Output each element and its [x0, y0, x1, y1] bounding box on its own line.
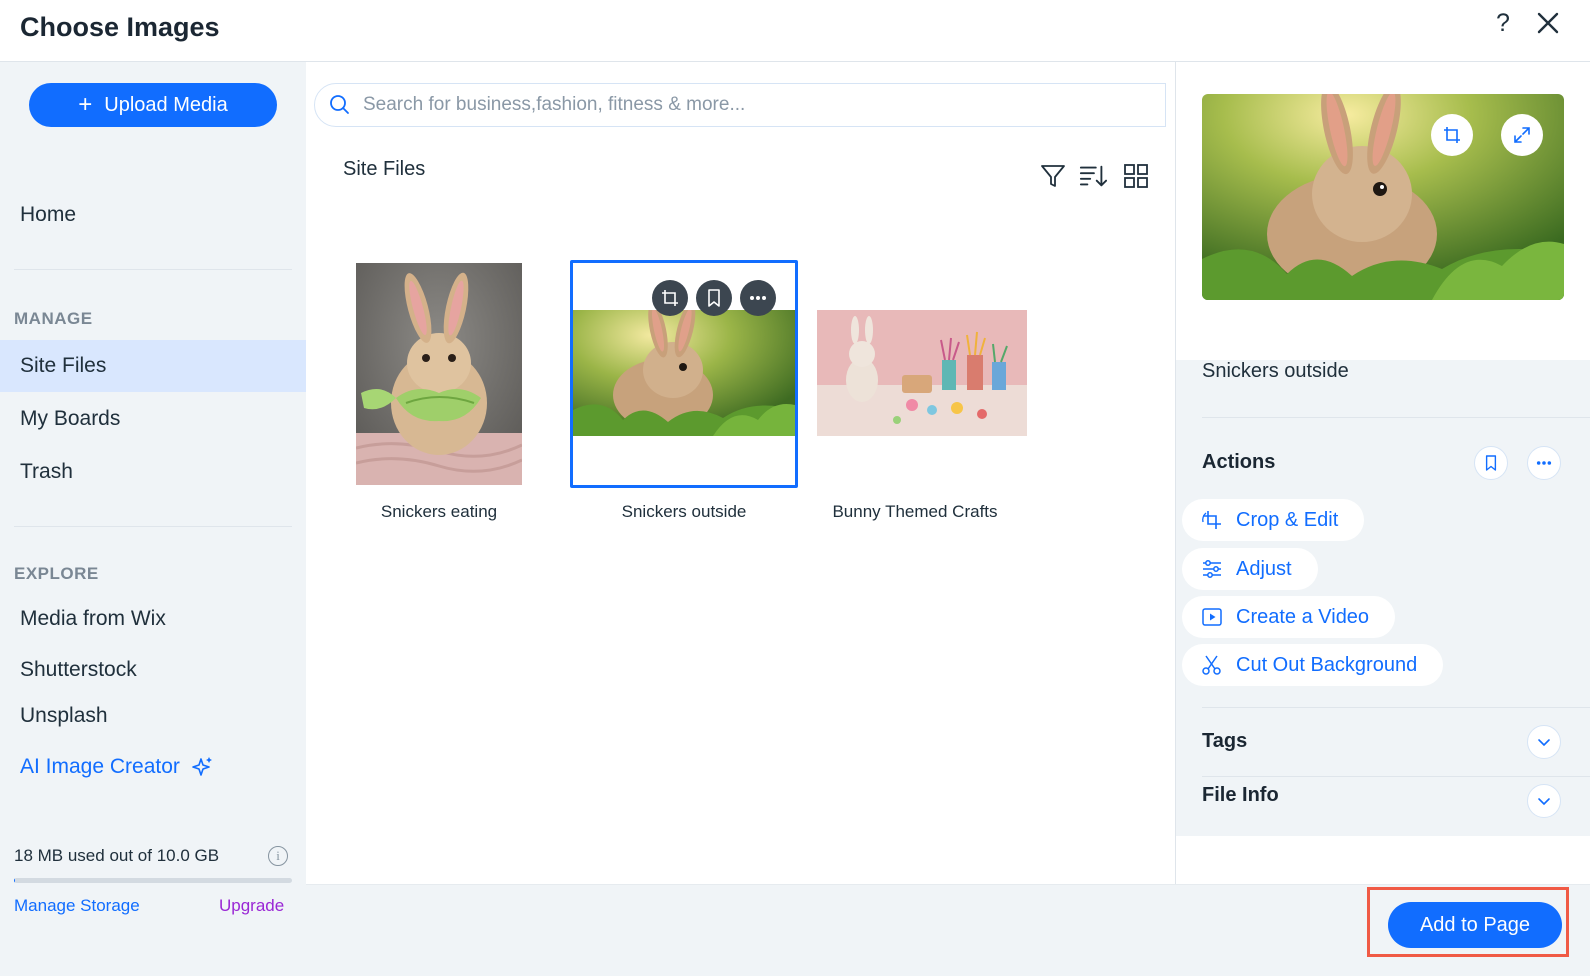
sidebar-item-unsplash[interactable]: Unsplash [0, 690, 306, 742]
action-label: Create a Video [1236, 605, 1370, 628]
crop-icon [662, 290, 678, 306]
video-icon [1202, 608, 1222, 626]
sidebar-item-shutterstock[interactable]: Shutterstock [0, 644, 306, 696]
sidebar-item-home[interactable]: Home [0, 189, 306, 241]
manage-storage-link[interactable]: Manage Storage [14, 896, 140, 916]
bookmark-icon [708, 289, 720, 307]
action-label: Adjust [1236, 557, 1292, 580]
tags-expand-button[interactable] [1527, 725, 1561, 759]
more-options-button[interactable] [740, 280, 776, 316]
file-name: Snickers outside [621, 502, 747, 521]
sidebar-item-trash[interactable]: Trash [0, 446, 306, 498]
chevron-down-icon [1538, 739, 1550, 747]
sort-icon[interactable] [1079, 162, 1107, 190]
sidebar-item-ai-image-creator[interactable]: AI Image Creator [0, 741, 306, 793]
grid-view-icon[interactable] [1122, 162, 1150, 190]
upgrade-link[interactable]: Upgrade [219, 896, 284, 916]
actions-heading: Actions [1202, 451, 1276, 473]
panel-bookmark-button[interactable] [1474, 446, 1508, 480]
divider [1202, 707, 1590, 708]
sidebar-item-label: Home [20, 203, 77, 226]
search-icon [330, 95, 349, 114]
divider [14, 269, 292, 270]
section-title: Site Files [343, 158, 426, 180]
sidebar-item-label: Media from Wix [20, 607, 166, 630]
action-label: Crop & Edit [1236, 508, 1339, 531]
sidebar-item-label: Trash [20, 460, 73, 483]
file-info-expand-button[interactable] [1527, 784, 1561, 818]
image-preview [1202, 94, 1564, 300]
sidebar-item-label: My Boards [20, 407, 121, 430]
crop-button[interactable] [652, 280, 688, 316]
file-tile-snickers-outside[interactable]: Snickers outside [570, 260, 798, 532]
file-tile-bunny-themed-crafts[interactable]: Bunny Themed Crafts [817, 262, 1027, 532]
filter-icon[interactable] [1039, 162, 1067, 190]
details-panel: Snickers outside Actions Crop & Edit Adj… [1175, 62, 1590, 884]
explore-section-label: EXPLORE [14, 564, 99, 583]
image-thumbnail [817, 310, 1027, 436]
help-button[interactable]: ? [1490, 9, 1516, 39]
scissors-icon [1202, 655, 1221, 675]
dialog-header: Choose Images ? [0, 0, 1590, 62]
storage-progress-bar [14, 878, 292, 883]
media-browser: Site Files [306, 62, 1175, 884]
expand-icon [1514, 127, 1530, 143]
divider [14, 526, 292, 527]
chevron-down-icon [1538, 798, 1550, 806]
image-thumbnail [356, 263, 522, 485]
tags-heading: Tags [1202, 730, 1248, 752]
upload-media-label: Upload Media [104, 93, 228, 116]
sparkle-icon [192, 757, 212, 776]
sidebar-item-my-boards[interactable]: My Boards [0, 393, 306, 445]
add-to-page-button[interactable]: Add to Page [1388, 902, 1562, 948]
sidebar-item-label: Shutterstock [20, 658, 137, 681]
sidebar-item-label: Site Files [20, 354, 107, 377]
sidebar-item-media-from-wix[interactable]: Media from Wix [0, 593, 306, 645]
sidebar-item-site-files[interactable]: Site Files [0, 340, 306, 392]
crop-edit-icon [1202, 511, 1221, 529]
more-icon [750, 296, 766, 300]
preview-area [1176, 62, 1590, 360]
search-input[interactable] [363, 94, 1143, 116]
cut-out-background-button[interactable]: Cut Out Background [1182, 644, 1444, 686]
file-info-heading: File Info [1202, 784, 1279, 806]
bookmark-button[interactable] [696, 280, 732, 316]
bookmark-icon [1485, 455, 1497, 471]
dialog-title: Choose Images [20, 12, 220, 42]
file-name: Snickers eating [380, 502, 498, 521]
sidebar-item-label: AI Image Creator [20, 755, 180, 778]
sidebar: + Upload Media Home MANAGE Site Files My… [0, 62, 306, 976]
crop-edit-button[interactable]: Crop & Edit [1182, 499, 1365, 541]
expand-preview-button[interactable] [1501, 114, 1543, 156]
info-icon[interactable]: i [268, 846, 288, 866]
file-name: Bunny Themed Crafts [832, 502, 998, 521]
sidebar-item-label: Unsplash [20, 704, 108, 727]
upload-media-button[interactable]: + Upload Media [29, 83, 277, 127]
adjust-button[interactable]: Adjust [1182, 548, 1318, 590]
panel-more-button[interactable] [1527, 446, 1561, 480]
preview-crop-button[interactable] [1431, 114, 1473, 156]
storage-usage-text: 18 MB used out of 10.0 GB [14, 846, 220, 865]
close-icon[interactable] [1535, 10, 1561, 36]
adjust-icon [1203, 560, 1221, 578]
crop-icon [1444, 127, 1460, 143]
storage-progress-fill [14, 878, 16, 883]
selected-file-name: Snickers outside [1202, 360, 1349, 382]
manage-section-label: MANAGE [14, 309, 93, 328]
divider [1202, 417, 1590, 418]
divider [1202, 776, 1590, 777]
more-icon [1536, 461, 1552, 465]
create-video-button[interactable]: Create a Video [1182, 596, 1396, 638]
plus-icon: + [78, 91, 93, 118]
search-bar[interactable] [314, 83, 1166, 127]
file-tile-snickers-eating[interactable]: Snickers eating [356, 262, 522, 532]
action-label: Cut Out Background [1236, 653, 1418, 676]
